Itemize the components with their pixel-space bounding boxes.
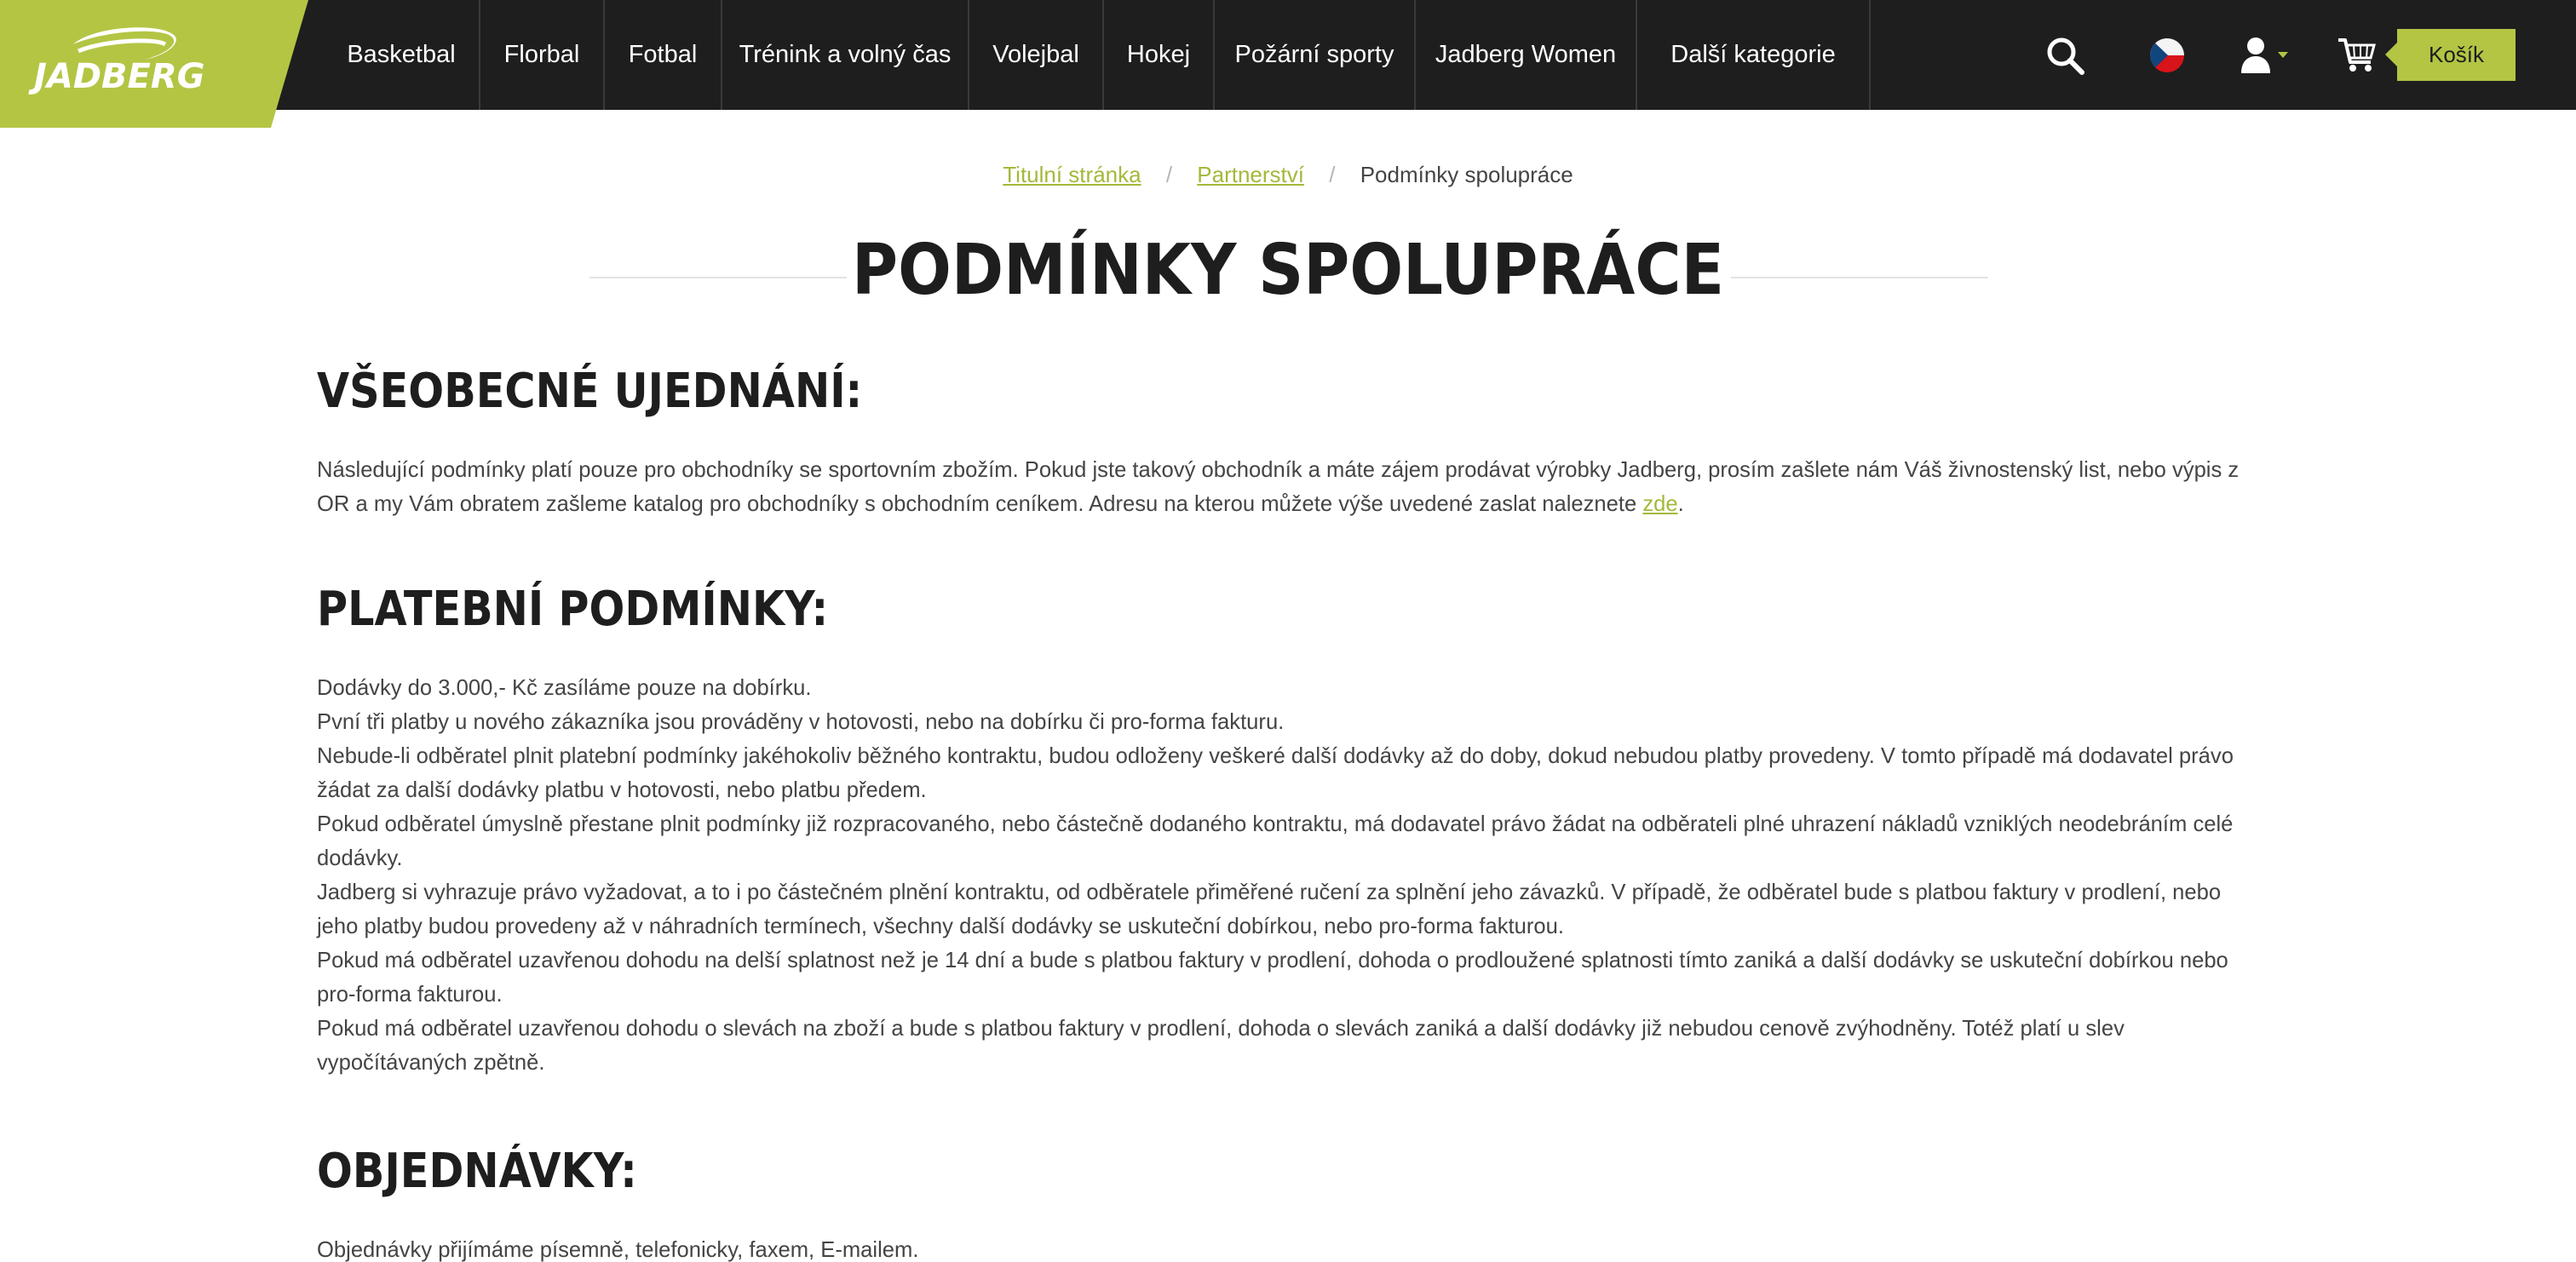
breadcrumb-home-link[interactable]: Titulní stránka bbox=[1003, 162, 1141, 187]
general-text-end: . bbox=[1677, 492, 1684, 516]
main-content: VŠEOBECNÉ UJEDNÁNÍ: Následující podmínky… bbox=[317, 358, 2259, 1262]
jadberg-logo[interactable]: JADBERG bbox=[0, 0, 308, 128]
payment-term: Pvní tři platby u nového zákazníka jsou … bbox=[317, 710, 1285, 734]
nav-hokej[interactable]: Hokej bbox=[1104, 0, 1215, 110]
general-paragraph: Následující podmínky platí pouze pro obc… bbox=[317, 453, 2259, 521]
page-title: PODMÍNKY SPOLUPRÁCE bbox=[852, 230, 1724, 311]
user-icon[interactable] bbox=[2239, 0, 2273, 110]
payment-term: Jadberg si vyhrazuje právo vyžadovat, a … bbox=[317, 881, 2222, 938]
payment-term: Pokud má odběratel uzavřenou dohodu o sl… bbox=[317, 1017, 2125, 1075]
nav-trenink-a-volny-cas[interactable]: Trénink a volný čas bbox=[722, 0, 969, 110]
cart-icon[interactable] bbox=[2336, 0, 2378, 110]
search-icon[interactable] bbox=[2043, 0, 2087, 110]
payment-terms-list: Dodávky do 3.000,- Kč zasíláme pouze na … bbox=[317, 671, 2259, 1080]
cart-button-label: Košík bbox=[2428, 42, 2485, 67]
breadcrumb: Titulní stránka / Partnerství / Podmínky… bbox=[0, 162, 2576, 188]
payment-term: Nebude-li odběratel plnit platební podmí… bbox=[317, 744, 2234, 802]
nav-volejbal[interactable]: Volejbal bbox=[969, 0, 1104, 110]
section-heading-payment: PLATEBNÍ PODMÍNKY: bbox=[317, 582, 829, 637]
payment-term: Pokud odběratel úmyslně přestane plnit p… bbox=[317, 812, 2234, 870]
nav-florbal[interactable]: Florbal bbox=[480, 0, 605, 110]
nav-fotbal[interactable]: Fotbal bbox=[605, 0, 722, 110]
breadcrumb-separator: / bbox=[1165, 162, 1173, 187]
main-navigation: Basketbal Florbal Fotbal Trénink a volný… bbox=[324, 0, 1871, 110]
nav-pozarni-sporty[interactable]: Požární sporty bbox=[1215, 0, 1416, 110]
payment-term: Dodávky do 3.000,- Kč zasíláme pouze na … bbox=[317, 676, 812, 700]
breadcrumb-partnerstvi-link[interactable]: Partnerství bbox=[1197, 162, 1304, 187]
nav-basketbal[interactable]: Basketbal bbox=[324, 0, 480, 110]
payment-term: Pokud má odběratel uzavřenou dohodu na d… bbox=[317, 949, 2228, 1007]
cart-button[interactable]: Košík bbox=[2385, 29, 2516, 81]
section-heading-general: VŠEOBECNÉ UJEDNÁNÍ: bbox=[317, 364, 863, 419]
chevron-down-icon[interactable] bbox=[2276, 0, 2290, 110]
breadcrumb-separator: / bbox=[1329, 162, 1336, 187]
general-text: Následující podmínky platí pouze pro obc… bbox=[317, 458, 2240, 516]
nav-dalsi-kategorie[interactable]: Další kategorie bbox=[1637, 0, 1871, 110]
czech-flag-icon[interactable] bbox=[2148, 0, 2186, 110]
orders-paragraph: Objednávky přijímáme písemně, telefonick… bbox=[317, 1238, 919, 1262]
logo-wordmark: JADBERG bbox=[28, 57, 205, 96]
breadcrumb-current: Podmínky spolupráce bbox=[1360, 162, 1573, 187]
address-link[interactable]: zde bbox=[1642, 492, 1677, 516]
section-heading-orders: OBJEDNÁVKY: bbox=[317, 1144, 637, 1199]
nav-jadberg-women[interactable]: Jadberg Women bbox=[1416, 0, 1637, 110]
